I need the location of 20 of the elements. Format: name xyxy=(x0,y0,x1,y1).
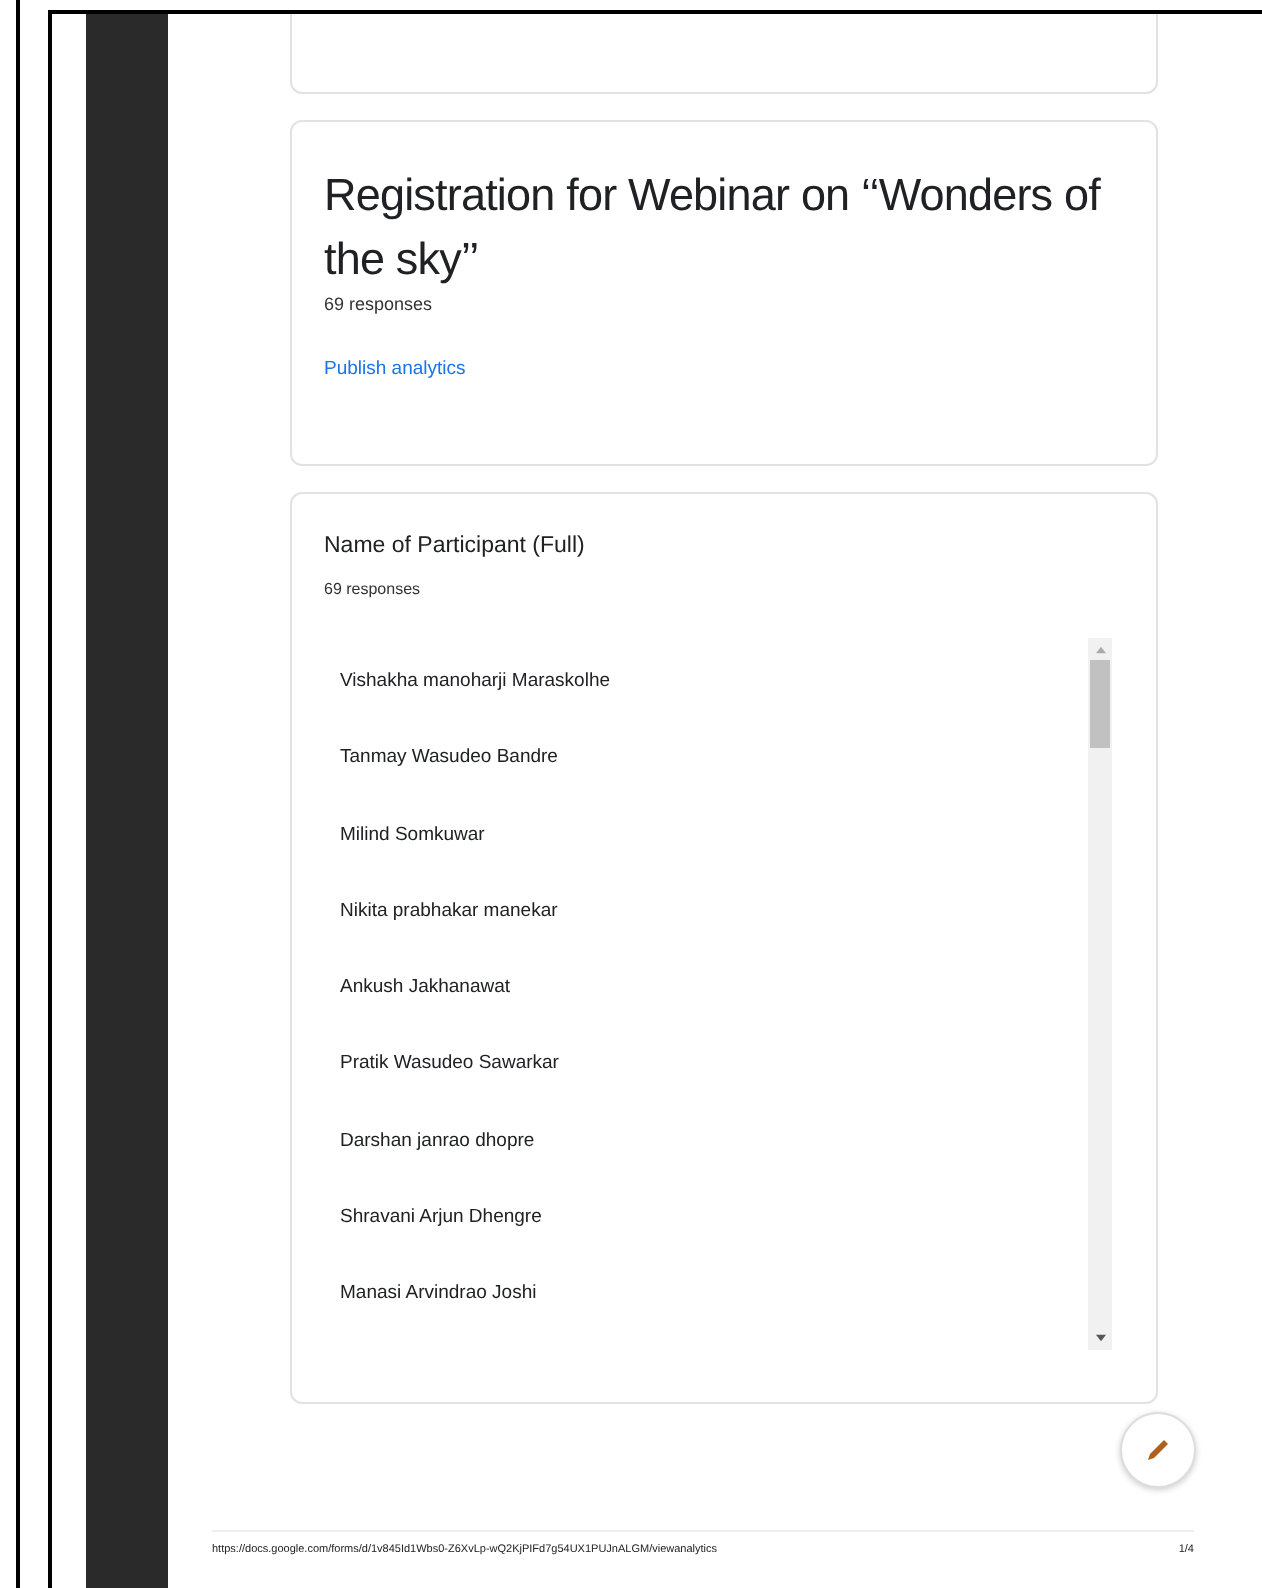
response-item: Nikita prabhakar manekar xyxy=(340,899,560,926)
scrollbar[interactable] xyxy=(1088,638,1112,1350)
response-count: 69 responses xyxy=(324,580,423,598)
edit-button[interactable] xyxy=(1120,1412,1196,1488)
response-item: Shravani Arjun Dhengre xyxy=(340,1206,544,1233)
form-title: Registration for Webinar on ‘‘Wonders of the sky’’ xyxy=(324,168,1103,288)
response-item: Vishakha manoharji Maraskolhe xyxy=(340,670,613,696)
response-item: Manasi Arvindrao Joshi xyxy=(340,1282,539,1309)
response-count: 69 responses xyxy=(324,294,435,314)
pencil-icon xyxy=(1144,1436,1172,1464)
question-title: Name of Participant (Full) xyxy=(324,534,587,558)
response-item: Milind Somkuwar xyxy=(340,823,487,850)
response-item: Ankush Jakhanawat xyxy=(340,976,513,1003)
scroll-up-icon[interactable] xyxy=(1095,646,1105,654)
scroll-thumb[interactable] xyxy=(1090,660,1110,748)
scroll-down-icon[interactable] xyxy=(1095,1334,1105,1342)
publish-analytics-link[interactable]: Publish analytics xyxy=(324,358,466,380)
response-item: Pratik Wasudeo Sawarkar xyxy=(340,1052,561,1079)
response-item: Darshan janrao dhopre xyxy=(340,1129,537,1156)
response-item: Tanmay Wasudeo Bandre xyxy=(340,746,560,773)
